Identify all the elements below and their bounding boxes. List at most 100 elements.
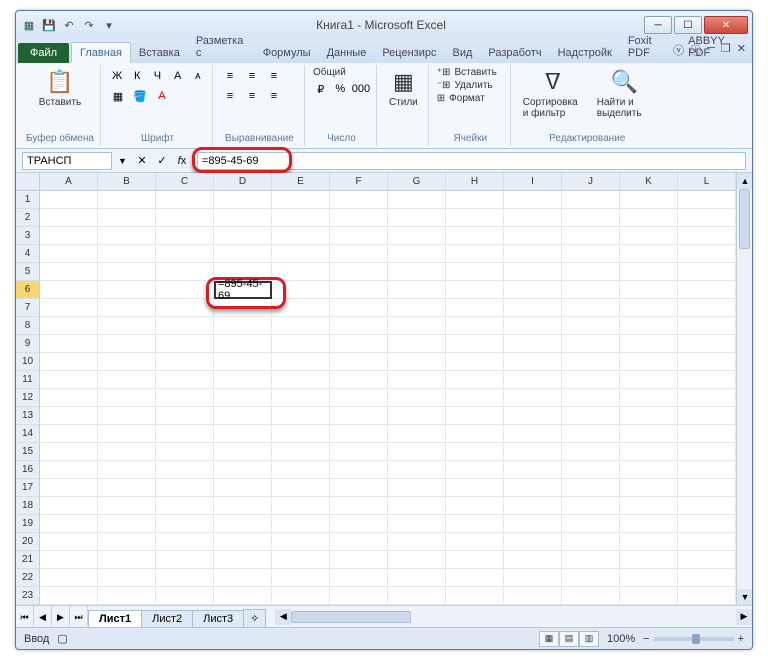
cell-E14[interactable] [272, 425, 330, 443]
fill-color-icon[interactable]: 🪣 [131, 87, 149, 105]
cell-B18[interactable] [98, 497, 156, 515]
cell-L19[interactable] [678, 515, 736, 533]
enter-formula-icon[interactable]: ✓ [153, 152, 171, 170]
cell-K3[interactable] [620, 227, 678, 245]
cell-I23[interactable] [504, 587, 562, 605]
cell-K10[interactable] [620, 353, 678, 371]
row-header-7[interactable]: 7 [16, 299, 39, 317]
cancel-formula-icon[interactable]: ✕ [133, 152, 151, 170]
cell-C18[interactable] [156, 497, 214, 515]
cell-H4[interactable] [446, 245, 504, 263]
number-format-select[interactable]: Общий [313, 67, 370, 78]
cell-B9[interactable] [98, 335, 156, 353]
cell-H17[interactable] [446, 479, 504, 497]
bold-button[interactable]: Ж [109, 67, 125, 85]
cell-E13[interactable] [272, 407, 330, 425]
cell-D21[interactable] [214, 551, 272, 569]
cell-A8[interactable] [40, 317, 98, 335]
cell-G4[interactable] [388, 245, 446, 263]
cell-A22[interactable] [40, 569, 98, 587]
styles-button[interactable]: ▦ Стили [385, 67, 422, 110]
cell-B17[interactable] [98, 479, 156, 497]
cell-G19[interactable] [388, 515, 446, 533]
cell-J23[interactable] [562, 587, 620, 605]
cell-L15[interactable] [678, 443, 736, 461]
row-header-1[interactable]: 1 [16, 191, 39, 209]
cell-H9[interactable] [446, 335, 504, 353]
cell-C10[interactable] [156, 353, 214, 371]
cell-C14[interactable] [156, 425, 214, 443]
col-header-G[interactable]: G [388, 173, 446, 190]
cell-K18[interactable] [620, 497, 678, 515]
tab-addins[interactable]: Надстройк [550, 43, 620, 63]
cell-L23[interactable] [678, 587, 736, 605]
tab-layout[interactable]: Разметка с [188, 31, 255, 63]
cell-C12[interactable] [156, 389, 214, 407]
cell-J5[interactable] [562, 263, 620, 281]
zoom-in-icon[interactable]: + [738, 633, 744, 645]
tab-developer[interactable]: Разработч [480, 43, 549, 63]
cell-L12[interactable] [678, 389, 736, 407]
cell-J7[interactable] [562, 299, 620, 317]
col-header-H[interactable]: H [446, 173, 504, 190]
cell-F18[interactable] [330, 497, 388, 515]
col-header-I[interactable]: I [504, 173, 562, 190]
cell-L4[interactable] [678, 245, 736, 263]
cell-D15[interactable] [214, 443, 272, 461]
cell-B15[interactable] [98, 443, 156, 461]
insert-cells-button[interactable]: ⁺⊞ Вставить [437, 67, 504, 78]
cell-B13[interactable] [98, 407, 156, 425]
cell-K4[interactable] [620, 245, 678, 263]
cell-G1[interactable] [388, 191, 446, 209]
cell-B7[interactable] [98, 299, 156, 317]
row-header-12[interactable]: 12 [16, 389, 39, 407]
cell-J22[interactable] [562, 569, 620, 587]
cell-B11[interactable] [98, 371, 156, 389]
cell-C20[interactable] [156, 533, 214, 551]
col-header-A[interactable]: A [40, 173, 98, 190]
col-header-D[interactable]: D [214, 173, 272, 190]
first-sheet-icon[interactable]: ⏮ [16, 606, 34, 628]
next-sheet-icon[interactable]: ▶ [52, 606, 70, 628]
cell-I11[interactable] [504, 371, 562, 389]
cell-B14[interactable] [98, 425, 156, 443]
currency-icon[interactable]: ₽ [313, 80, 329, 98]
horizontal-scrollbar[interactable]: ◀ ▶ [275, 606, 752, 627]
cell-J13[interactable] [562, 407, 620, 425]
cell-E22[interactable] [272, 569, 330, 587]
cell-K16[interactable] [620, 461, 678, 479]
cell-E16[interactable] [272, 461, 330, 479]
cell-G8[interactable] [388, 317, 446, 335]
cell-A13[interactable] [40, 407, 98, 425]
cell-D19[interactable] [214, 515, 272, 533]
cell-A3[interactable] [40, 227, 98, 245]
cell-I9[interactable] [504, 335, 562, 353]
cell-A1[interactable] [40, 191, 98, 209]
cell-C3[interactable] [156, 227, 214, 245]
row-header-21[interactable]: 21 [16, 551, 39, 569]
cell-L18[interactable] [678, 497, 736, 515]
cell-F8[interactable] [330, 317, 388, 335]
cell-L16[interactable] [678, 461, 736, 479]
doc-restore-icon[interactable]: ❐ [721, 42, 731, 58]
macro-record-icon[interactable]: ▢ [57, 632, 67, 645]
cell-K1[interactable] [620, 191, 678, 209]
cell-H10[interactable] [446, 353, 504, 371]
cell-B4[interactable] [98, 245, 156, 263]
cell-F4[interactable] [330, 245, 388, 263]
cell-F9[interactable] [330, 335, 388, 353]
delete-cells-button[interactable]: ⁻⊞ Удалить [437, 80, 504, 91]
cell-K15[interactable] [620, 443, 678, 461]
cell-B19[interactable] [98, 515, 156, 533]
col-header-K[interactable]: K [620, 173, 678, 190]
cell-K6[interactable] [620, 281, 678, 299]
scroll-up-icon[interactable]: ▲ [737, 173, 752, 189]
cell-F7[interactable] [330, 299, 388, 317]
cell-E10[interactable] [272, 353, 330, 371]
cell-H13[interactable] [446, 407, 504, 425]
cell-I16[interactable] [504, 461, 562, 479]
cell-F11[interactable] [330, 371, 388, 389]
cell-J9[interactable] [562, 335, 620, 353]
cell-E20[interactable] [272, 533, 330, 551]
new-sheet-icon[interactable]: ✧ [243, 609, 266, 627]
